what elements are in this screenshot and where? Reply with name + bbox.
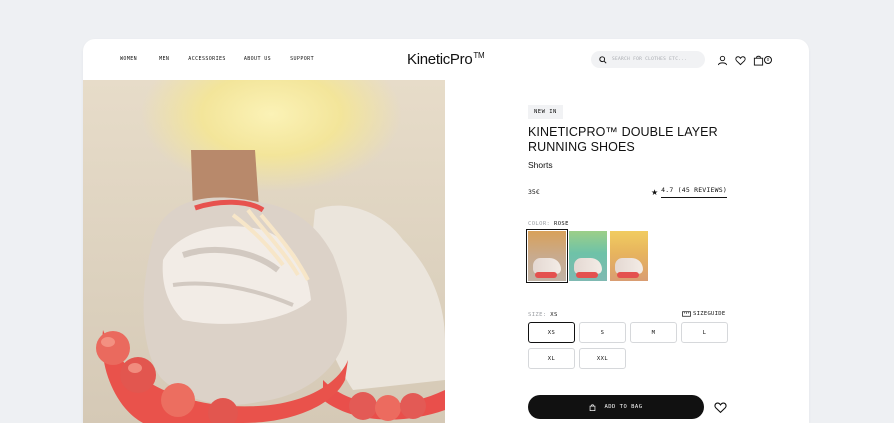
logo-trademark: TM [473,51,485,60]
search-bar[interactable]: SEARCH FOR CLOTHES ETC... [591,51,705,68]
size-label: SIZE: XS [528,312,558,318]
main-nav: WOMEN MEN ACCESSORIES ABOUT US SUPPORT [120,56,314,62]
size-guide-link[interactable]: SIZEGUIDE [682,311,726,317]
color-swatch-green[interactable] [569,231,607,281]
search-icon [599,55,607,64]
nav-women[interactable]: WOMEN [120,56,137,62]
color-selected: ROSE [554,221,569,227]
color-swatch-rose[interactable] [526,229,568,283]
user-icon[interactable] [717,53,728,66]
ruler-icon [682,311,691,317]
brand-logo[interactable]: KineticProTM [407,51,485,68]
bag-icon[interactable] [753,53,764,66]
product-category: Shorts [528,160,553,170]
size-guide-label: SIZEGUIDE [693,311,726,317]
size-label-prefix: SIZE: [528,312,547,318]
color-label: COLOR: ROSE [528,221,569,227]
size-option-l[interactable]: L [681,322,728,343]
size-selected: XS [550,312,558,318]
rating-reviews-link[interactable]: 4.7 (45 REVIEWS) [661,186,727,198]
product-price: 35€ [528,188,540,196]
logo-text: KineticPro [407,51,473,68]
size-options: XS S M L XL XXL [528,322,729,369]
nav-about-us[interactable]: ABOUT US [244,56,271,62]
nav-accessories[interactable]: ACCESSORIES [188,56,226,62]
wishlist-heart-icon[interactable] [714,401,727,414]
add-to-bag-button[interactable]: ADD TO BAG [528,395,704,419]
product-image [83,80,445,423]
size-option-xxl[interactable]: XXL [579,348,626,369]
site-header: WOMEN MEN ACCESSORIES ABOUT US SUPPORT K… [83,39,809,80]
nav-men[interactable]: MEN [159,56,169,62]
size-option-xs[interactable]: XS [528,322,575,343]
add-to-bag-label: ADD TO BAG [604,404,643,410]
size-option-xl[interactable]: XL [528,348,575,369]
bag-count-badge: 0 [764,56,772,64]
product-rating[interactable]: ★ 4.7 (45 REVIEWS) [651,186,727,198]
search-input[interactable]: SEARCH FOR CLOTHES ETC... [612,57,687,62]
color-swatches [526,229,648,283]
size-option-m[interactable]: M [630,322,677,343]
new-in-badge: NEW IN [528,105,563,119]
heart-icon[interactable] [735,53,746,66]
size-option-s[interactable]: S [579,322,626,343]
nav-support[interactable]: SUPPORT [290,56,314,62]
bag-icon [590,403,596,411]
product-page-card: WOMEN MEN ACCESSORIES ABOUT US SUPPORT K… [83,39,809,423]
color-label-prefix: COLOR: [528,221,551,227]
product-title: KINETICPRO™ DOUBLE LAYER RUNNING SHOES [528,125,718,154]
color-swatch-yellow[interactable] [610,231,648,281]
sneaker-photo [96,150,445,423]
star-icon: ★ [651,187,659,197]
